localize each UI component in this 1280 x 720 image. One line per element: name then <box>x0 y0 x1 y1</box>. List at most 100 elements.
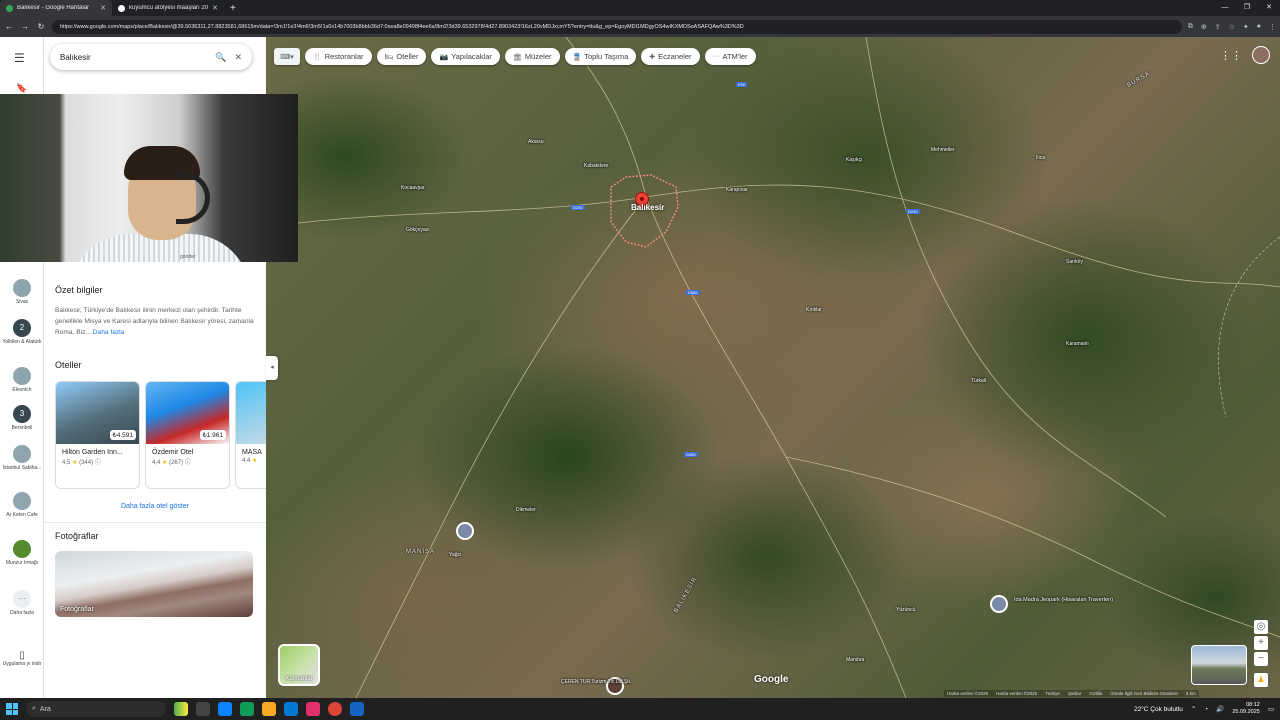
scale-label[interactable]: 5 km <box>1186 691 1196 696</box>
map-place-label[interactable]: Karamanlı <box>1066 341 1089 347</box>
weather-widget[interactable]: 22°C Çok bulutlu <box>1134 706 1183 713</box>
map-place-label[interactable]: Gökçeyazı <box>406 227 430 233</box>
summary-more-link[interactable]: Daha fazla <box>93 329 125 336</box>
zoom-in-icon[interactable]: + <box>1254 636 1268 650</box>
back-icon[interactable]: ← <box>4 22 14 31</box>
clock[interactable]: 08:12 25.09.2025 <box>1232 702 1260 716</box>
hotel-card[interactable]: ₺1.961 Özdemir Otel 4,4 ★ (267) ⓘ <box>145 381 230 489</box>
terms-link[interactable]: Şartlar <box>1068 691 1081 696</box>
privacy-link[interactable]: Gizlilik <box>1089 691 1102 696</box>
recent-place-item[interactable]: 3 Bersnboll <box>0 405 44 431</box>
close-window-icon[interactable]: ✕ <box>1258 0 1280 16</box>
poi-label[interactable]: İda Madra Jeopark (Hisaralan Traverten) <box>1014 597 1113 603</box>
reload-icon[interactable]: ↻ <box>36 22 46 31</box>
menu-dots-icon[interactable]: ⋮ <box>1269 23 1276 31</box>
bookmark-star-icon[interactable]: ☆ <box>1229 23 1235 31</box>
word-icon[interactable] <box>350 702 364 716</box>
chip-restaurants[interactable]: 🍴 Restoranlar <box>305 48 372 65</box>
windows-start-icon[interactable] <box>6 703 18 715</box>
city-label[interactable]: Balıkesir <box>631 203 664 212</box>
recent-place-item[interactable]: Munzur Irmağı <box>0 540 44 566</box>
map-place-label[interactable]: Kocaavşar <box>401 185 425 191</box>
hotel-card[interactable]: ₺4.591 Hilton Garden Inn... 4,5 ★ (344) … <box>55 381 140 489</box>
recent-place-item[interactable]: Eleonich <box>0 367 44 393</box>
map-place-label[interactable]: Akarsu <box>528 139 544 145</box>
store-icon[interactable] <box>218 702 232 716</box>
my-location-icon[interactable]: ◎ <box>1254 620 1268 634</box>
photo-poi-icon[interactable] <box>456 522 474 540</box>
search-input[interactable]: Balıkesir <box>60 53 207 62</box>
more-hotels-link[interactable]: Daha fazla otel göster <box>44 503 266 510</box>
chip-museums[interactable]: 🏛 Müzeler <box>504 48 560 65</box>
photo-poi-icon[interactable] <box>990 595 1008 613</box>
collapse-panel-button[interactable]: ◂ <box>266 356 278 380</box>
outlook-icon[interactable] <box>284 702 298 716</box>
notification-icon[interactable]: ▭ <box>1268 705 1274 713</box>
info-icon[interactable]: ⓘ <box>185 460 191 466</box>
profile-icon[interactable]: ● <box>1257 23 1261 31</box>
edge-icon[interactable] <box>240 702 254 716</box>
close-icon[interactable]: ✕ <box>234 52 242 63</box>
map-place-label[interactable]: Kaşıkçı <box>846 157 862 163</box>
new-tab-icon[interactable]: + <box>224 3 242 14</box>
chip-atms[interactable]: ··· ATM'ler <box>704 48 756 65</box>
menu-icon[interactable]: ☰ <box>14 51 25 65</box>
zoom-icon[interactable]: ⊕ <box>1201 23 1207 31</box>
chrome-icon[interactable] <box>328 702 342 716</box>
bookmark-icon[interactable]: 🔖 <box>16 83 27 94</box>
chip-hotels[interactable]: 🛏 Oteller <box>376 48 427 65</box>
map-place-label[interactable]: Kırıklar <box>806 307 822 313</box>
file-explorer-icon[interactable] <box>262 702 276 716</box>
wifi-icon[interactable]: ◔ <box>1204 706 1208 713</box>
google-apps-icon[interactable]: ⋮⋮ <box>1220 49 1242 62</box>
recent-place-item[interactable]: Ar Keten Cafe <box>0 492 44 518</box>
close-icon[interactable]: ✕ <box>100 4 106 12</box>
map-place-label[interactable]: Yüzüncü <box>896 607 915 613</box>
chip-transit[interactable]: 🚆 Toplu Taşıma <box>564 48 637 65</box>
country-link[interactable]: Türkiye <box>1045 691 1060 696</box>
widget-icon[interactable] <box>174 702 188 716</box>
input-tools-button[interactable]: ⌨▾ <box>274 48 300 65</box>
satellite-map[interactable]: Gökçeyazı Kocaavşar Akarsu Kabakdere Kaş… <box>266 37 1280 698</box>
extensions-icon[interactable]: ✦ <box>1243 23 1249 31</box>
url-input[interactable]: https://www.google.com/maps/place/Balıke… <box>52 19 1182 34</box>
maximize-icon[interactable]: ❐ <box>1236 0 1258 16</box>
chip-pharmacies[interactable]: ✚ Eczaneler <box>641 48 700 65</box>
search-box[interactable]: Balıkesir 🔍 ✕ <box>50 44 252 70</box>
layers-button[interactable]: Katmanlar <box>278 644 320 686</box>
feedback-link[interactable]: Ürünle İlgili Geri Bildirim Gönderin <box>1110 691 1178 696</box>
recent-place-item[interactable]: 2 Yolbilen & Atatürk <box>0 319 44 345</box>
map-place-label[interactable]: Sarıköy <box>1066 259 1083 265</box>
street-view-thumbnail[interactable] <box>1191 645 1247 685</box>
instagram-icon[interactable] <box>306 702 320 716</box>
recent-place-item[interactable]: Sivas <box>0 279 44 305</box>
photos-card[interactable]: Fotoğraflar <box>55 551 253 617</box>
poi-label[interactable]: ÇEREN TUR Turizm Tic.Ltd.Şti. <box>561 679 631 685</box>
taskbar-search[interactable]: ⌕ Ara <box>26 701 166 717</box>
recent-place-item[interactable]: İstanbul Sabiha... <box>0 445 44 471</box>
tab-search[interactable]: kuyumcu atölyesi maaşları 2025 ✕ <box>112 0 224 16</box>
info-icon[interactable]: ⓘ <box>95 460 101 466</box>
search-icon[interactable]: 🔍 <box>215 52 226 63</box>
zoom-out-icon[interactable]: − <box>1254 652 1268 666</box>
map-place-label[interactable]: Ilıca <box>1036 155 1045 161</box>
share-icon[interactable]: ⇪ <box>1215 23 1221 31</box>
map-place-label[interactable]: Türkali <box>971 378 986 384</box>
tab-google-maps[interactable]: Balıkesir - Google Haritalar ✕ <box>0 0 112 16</box>
map-place-label[interactable]: Yağcı <box>449 552 461 558</box>
get-app-button[interactable]: ▯ Uygulama yı indir <box>0 651 44 668</box>
chevron-up-icon[interactable]: ⌃ <box>1191 705 1196 713</box>
hotel-card[interactable]: MASA 4,4 ★ <box>235 381 266 489</box>
map-place-label[interactable]: Karapınar <box>726 187 748 193</box>
task-view-icon[interactable] <box>196 702 210 716</box>
pegman-icon[interactable]: ♟ <box>1254 673 1268 687</box>
map-place-label[interactable]: Dikmeler <box>516 507 536 513</box>
install-icon[interactable]: ⧉ <box>1188 23 1193 31</box>
map-place-label[interactable]: Mandıra <box>846 657 864 663</box>
forward-icon[interactable]: → <box>20 22 30 31</box>
chip-things-to-do[interactable]: 📷 Yapılacaklar <box>431 48 500 65</box>
close-icon[interactable]: ✕ <box>212 4 218 12</box>
more-recent-button[interactable]: ··· Daha fazla <box>0 590 44 616</box>
map-place-label[interactable]: Kabakdere <box>584 163 608 169</box>
minimize-icon[interactable]: — <box>1214 0 1236 16</box>
